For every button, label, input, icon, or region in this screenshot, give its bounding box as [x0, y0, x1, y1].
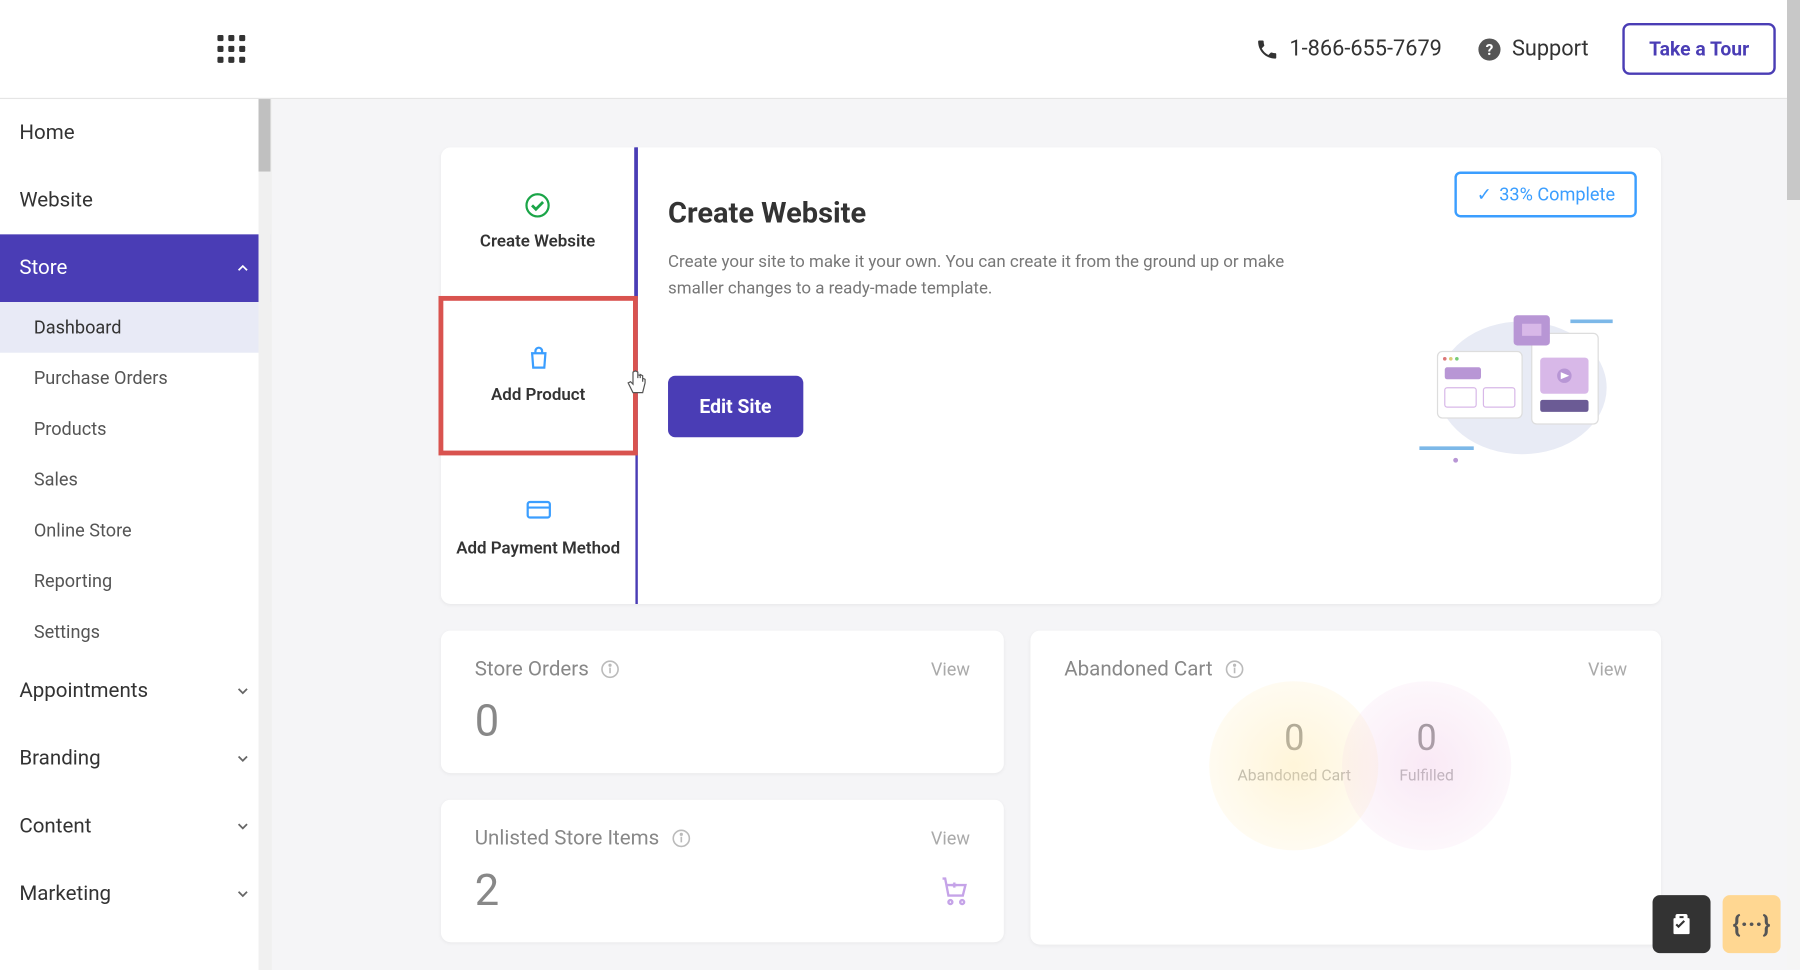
- stat-value: 2: [475, 865, 499, 916]
- view-link[interactable]: View: [931, 827, 970, 849]
- check-icon: [524, 192, 551, 219]
- sidebar-item-store[interactable]: Store: [0, 234, 271, 302]
- abandoned-cart-card: Abandoned Cart View 0 Abandoned Cart: [1030, 631, 1661, 945]
- sidebar-item-home[interactable]: Home: [0, 99, 271, 167]
- step-label: Add Product: [491, 384, 585, 406]
- setup-title: Create Website: [668, 196, 1389, 230]
- setup-card: Create Website Add Product Add Payment M…: [441, 147, 1661, 604]
- chevron-down-icon: [234, 750, 251, 767]
- sidebar-sub-settings[interactable]: Settings: [0, 606, 271, 657]
- complete-badge: ✓ 33% Complete: [1455, 172, 1637, 218]
- sidebar-scrollbar[interactable]: [259, 99, 271, 970]
- clipboard-button[interactable]: [1653, 895, 1711, 953]
- sidebar-sub-sales[interactable]: Sales: [0, 454, 271, 505]
- support-link[interactable]: ? Support: [1476, 36, 1589, 63]
- sidebar-sub-online-store[interactable]: Online Store: [0, 505, 271, 556]
- help-icon: ?: [1476, 36, 1503, 63]
- phone-number-text: 1-866-655-7679: [1289, 36, 1441, 61]
- nav-label: Content: [19, 814, 91, 838]
- sidebar-sub-dashboard[interactable]: Dashboard: [0, 302, 271, 353]
- abandoned-metric-cart: 0 Abandoned Cart: [1238, 718, 1351, 786]
- support-label: Support: [1512, 36, 1589, 61]
- header: 1-866-655-7679 ? Support Take a Tour: [0, 0, 1800, 99]
- nav-label: Store: [19, 256, 67, 280]
- step-label: Add Payment Method: [456, 537, 620, 559]
- stat-title: Store Orders: [475, 657, 589, 681]
- complete-label: 33% Complete: [1499, 184, 1615, 206]
- apps-grid-icon[interactable]: [217, 35, 245, 63]
- setup-steps: Create Website Add Product Add Payment M…: [441, 147, 638, 604]
- step-label: Create Website: [480, 231, 595, 253]
- step-add-payment[interactable]: Add Payment Method: [441, 453, 635, 604]
- sidebar-item-content[interactable]: Content: [0, 792, 271, 860]
- view-link[interactable]: View: [1588, 658, 1627, 680]
- code-button[interactable]: {···}: [1723, 895, 1781, 953]
- sidebar-item-marketing[interactable]: Marketing: [0, 860, 271, 928]
- step-create-website[interactable]: Create Website: [441, 147, 638, 298]
- stat-title: Abandoned Cart: [1064, 657, 1212, 681]
- svg-text:?: ?: [1485, 40, 1493, 58]
- card-icon: [525, 498, 552, 525]
- setup-description: Create your site to make it your own. Yo…: [668, 249, 1296, 303]
- sidebar-sub-purchase-orders[interactable]: Purchase Orders: [0, 353, 271, 404]
- sidebar-sub-products[interactable]: Products: [0, 403, 271, 454]
- info-icon[interactable]: [1225, 660, 1244, 679]
- step-add-product[interactable]: Add Product: [439, 296, 638, 456]
- stat-title: Unlisted Store Items: [475, 826, 660, 850]
- sidebar-item-branding[interactable]: Branding: [0, 725, 271, 793]
- check-icon: ✓: [1477, 184, 1492, 206]
- floating-buttons: {···}: [1653, 895, 1781, 953]
- chevron-down-icon: [234, 885, 251, 902]
- sidebar-item-website[interactable]: Website: [0, 167, 271, 235]
- chevron-down-icon: [234, 683, 251, 700]
- sidebar: Home Website Store Dashboard Purchase Or…: [0, 99, 272, 970]
- chevron-down-icon: [234, 818, 251, 835]
- content-area: Create Website Add Product Add Payment M…: [272, 99, 1800, 970]
- nav-label: Website: [19, 188, 93, 212]
- stat-value: 0: [475, 696, 970, 747]
- take-tour-button[interactable]: Take a Tour: [1623, 23, 1776, 75]
- website-illustration: [1389, 196, 1631, 568]
- info-icon[interactable]: [671, 829, 690, 848]
- sidebar-item-appointments[interactable]: Appointments: [0, 657, 271, 725]
- store-orders-card: Store Orders View 0: [441, 631, 1004, 774]
- edit-site-button[interactable]: Edit Site: [668, 375, 803, 437]
- abandoned-metric-fulfilled: 0 Fulfilled: [1399, 718, 1454, 786]
- nav-label: Appointments: [19, 679, 148, 703]
- unlisted-items-card: Unlisted Store Items View 2: [441, 800, 1004, 943]
- bag-icon: [525, 345, 552, 372]
- nav-label: Branding: [19, 747, 100, 771]
- phone-icon: [1256, 37, 1280, 61]
- cart-icon: [939, 875, 970, 906]
- chevron-up-icon: [234, 260, 251, 277]
- info-icon[interactable]: [601, 660, 620, 679]
- nav-label: Home: [19, 121, 74, 145]
- view-link[interactable]: View: [931, 658, 970, 680]
- nav-label: Marketing: [19, 882, 111, 906]
- phone-number[interactable]: 1-866-655-7679: [1256, 36, 1442, 61]
- page-scrollbar[interactable]: [1787, 0, 1800, 969]
- sidebar-sub-reporting[interactable]: Reporting: [0, 556, 271, 607]
